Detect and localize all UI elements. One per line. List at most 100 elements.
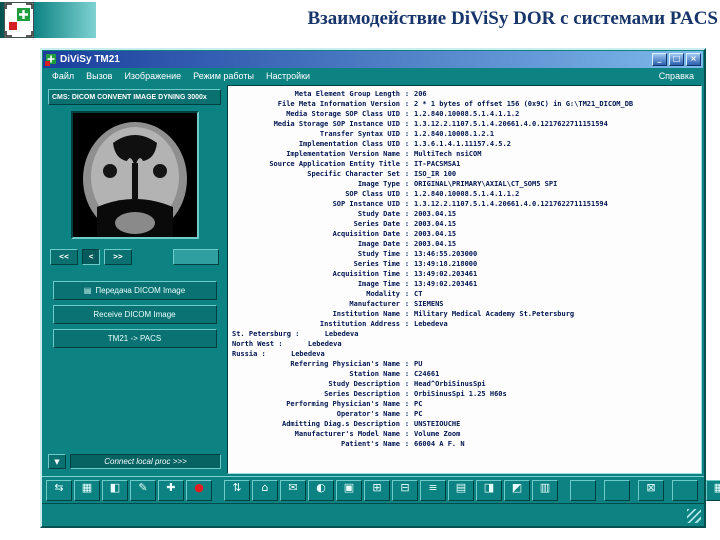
- dicom-field-row: Referring Physician's Name: PU: [290, 360, 423, 368]
- send-dicom-label: Передача DICOM Image: [95, 286, 186, 295]
- window-title: DiViSy TM21: [60, 54, 120, 65]
- dicom-field-row: Series Time:13:49:18.218000: [353, 260, 478, 268]
- pane-right-button[interactable]: ◨: [476, 479, 502, 501]
- dicom-field-row: Transfer Syntax UID:1.2.840.10008.1.2.1: [319, 130, 495, 138]
- menu-item[interactable]: Файл: [46, 71, 80, 81]
- toolbar-group: ⇅ ⌂ ✉ ◐ ▣ ⊞ ⊟ ≡ ▤ ◨ ◩ ▥: [224, 479, 558, 501]
- blank-3-button[interactable]: [672, 479, 698, 501]
- left-panel-bottom-row: ▼ Connect local proc >>>: [48, 454, 221, 469]
- contrast-button[interactable]: ◐: [308, 479, 334, 501]
- zoom-in-button[interactable]: ⊞: [364, 479, 390, 501]
- dicom-field-row: Acquisition Date:2003.04.15: [332, 230, 457, 238]
- dicom-field-row: Performing Physician's Name: PC: [286, 400, 423, 408]
- close-button[interactable]: ×: [686, 53, 701, 66]
- split-view-button[interactable]: ◧: [102, 479, 128, 501]
- series-selector[interactable]: CMS: DICOM CONVENT IMAGE DYNING 3000x: [48, 89, 221, 105]
- dicom-address-row: St. Petersburg : Lebedeva: [232, 330, 359, 338]
- image-icon: ▤: [83, 286, 92, 295]
- toolbar-group: ⇆ ▦ ◧ ✎ ✚ ●: [46, 479, 212, 501]
- menu-item[interactable]: Настройки: [260, 71, 316, 81]
- blank-1-button[interactable]: [570, 479, 596, 501]
- dicom-field-row: Meta Element Group Length:206: [294, 90, 427, 98]
- dicom-field-row: Implementation Version Name: MultiTech ns…: [286, 150, 482, 158]
- dicom-field-row: Manufacturer: SIEMENS: [349, 300, 444, 308]
- dicom-field-row: Manufacturer's Model Name: Volume Zoom: [294, 430, 461, 438]
- menu-item-help[interactable]: Справка: [653, 71, 700, 81]
- tile-grid-button[interactable]: ▦: [74, 479, 100, 501]
- record-button[interactable]: ●: [186, 479, 212, 501]
- transfer-button[interactable]: ⇆: [46, 479, 72, 501]
- dicom-field-row: Operator's Name: PC: [336, 410, 423, 418]
- tm21-pacs-button[interactable]: TM21 -> PACS: [52, 329, 217, 348]
- dicom-tag-panel: Meta Element Group Length:206 File Meta I…: [227, 85, 702, 474]
- menu-bar-items: Файл Вызов Изображение Режим работы Настройк…: [46, 71, 316, 81]
- resize-grip[interactable]: [687, 509, 701, 523]
- layout-grid-button[interactable]: ▦: [706, 479, 720, 501]
- nav-extra-button[interactable]: [173, 249, 219, 265]
- menu-item[interactable]: Вызов: [80, 71, 118, 81]
- send-button[interactable]: ✉: [280, 479, 306, 501]
- window-controls: _ □ ×: [652, 53, 701, 66]
- next-fast-button[interactable]: >>: [104, 249, 132, 265]
- connect-button[interactable]: Connect local proc >>>: [70, 454, 221, 469]
- collapse-button[interactable]: ▼: [48, 454, 66, 469]
- menu-bar: Файл Вызов Изображение Режим работы Настройк…: [42, 68, 704, 83]
- dicom-field-row: Institution Address: Lebedeva: [319, 320, 448, 328]
- dicom-field-row: Source Application Entity Title: IT-PACSM…: [269, 160, 461, 168]
- minimize-button[interactable]: _: [652, 53, 667, 66]
- zoom-out-button[interactable]: ⊟: [392, 479, 418, 501]
- prev-fast-button[interactable]: <<: [50, 249, 78, 265]
- columns-button[interactable]: ▥: [532, 479, 558, 501]
- dicom-field-row: Image Type: ORIGINAL\PRIMARY\AXIAL\CT_SOM…: [357, 180, 558, 188]
- crosshair-button[interactable]: ✚: [158, 479, 184, 501]
- dicom-field-row: Series Date:2003.04.15: [353, 220, 457, 228]
- slide-header: Взаимодействие DiViSy DOR с системами PA…: [0, 0, 720, 42]
- list-button[interactable]: ≡: [420, 479, 446, 501]
- dicom-field-row: Image Time:13:49:02.203461: [357, 280, 478, 288]
- dicom-field-row: Specific Character Set: ISO_IR 100: [307, 170, 457, 178]
- pane-corner-button[interactable]: ◩: [504, 479, 530, 501]
- dicom-field-list: Meta Element Group Length:206 File Meta I…: [230, 90, 699, 450]
- dicom-field-row: Study Date:2003.04.15: [357, 210, 457, 218]
- window-titlebar[interactable]: DiViSy TM21 _ □ ×: [43, 51, 703, 68]
- ct-image: [70, 111, 199, 239]
- dicom-field-row: SOP Instance UID:1.3.12.2.1107.5.1.4.206…: [332, 200, 608, 208]
- send-dicom-button[interactable]: ▤ Передача DICOM Image: [52, 281, 217, 300]
- dicom-field-row: Study Time:13:46:55.203000: [357, 250, 478, 258]
- receive-dicom-button[interactable]: Receive DICOM Image: [52, 305, 217, 324]
- left-panel: CMS: DICOM CONVENT IMAGE DYNING 3000x <<…: [44, 85, 225, 474]
- dicom-field-row: Study Description: Head^OrbiSinusSpi: [328, 380, 486, 388]
- dicom-field-row: Media Storage SOP Class UID:1.2.840.1000…: [286, 110, 520, 118]
- dicom-field-row: Admitting Diag.s Description: UNSTEIOUCHE: [281, 420, 461, 428]
- home-button[interactable]: ⌂: [252, 479, 278, 501]
- annotate-button[interactable]: ✎: [130, 479, 156, 501]
- dicom-address-row: North West : Lebedeva: [232, 340, 342, 348]
- app-window: DiViSy TM21 _ □ × Файл Вызов Изображение Ре…: [40, 48, 720, 528]
- blank-2-button[interactable]: [604, 479, 630, 501]
- slide-title: Взаимодействие DiViSy DOR с системами PA…: [307, 8, 718, 29]
- dicom-field-row: Modality: CT: [366, 290, 423, 298]
- maximize-button[interactable]: □: [669, 53, 684, 66]
- status-bar: [42, 503, 704, 526]
- menu-item[interactable]: Изображение: [118, 71, 187, 81]
- dicom-address-row: Russia : Lebedeva: [232, 350, 325, 358]
- bottom-toolbar: ⇆ ▦ ◧ ✎ ✚ ● ⇅ ⌂ ✉ ◐ ▣ ⊞ ⊟ ≡ ▤ ◨ ◩ ▥ ⊠ ▦: [42, 476, 720, 503]
- close-study-button[interactable]: ⊠: [638, 479, 664, 501]
- dicom-field-row: Institution Name: Military Medical Academ…: [332, 310, 575, 318]
- sort-button[interactable]: ⇅: [224, 479, 250, 501]
- dicom-field-row: Implementation Class UID:1.3.6.1.4.1.111…: [298, 140, 511, 148]
- select-frame-button[interactable]: ▣: [336, 479, 362, 501]
- rows-button[interactable]: ▤: [448, 479, 474, 501]
- dicom-field-row: SOP Class UID:1.2.840.10008.5.1.4.1.1.2: [345, 190, 520, 198]
- prev-button[interactable]: <: [82, 249, 100, 265]
- dicom-field-row: File Meta Information Version:2 * 1 byte…: [277, 100, 634, 108]
- dicom-field-row: Patient's Name:66004 A F. N: [340, 440, 465, 448]
- slide: Взаимодействие DiViSy DOR с системами PA…: [0, 0, 720, 540]
- menu-item[interactable]: Режим работы: [187, 71, 260, 81]
- dicom-field-row: Acquisition Time:13:49:02.203461: [332, 270, 478, 278]
- tm21-pacs-label: TM21 -> PACS: [107, 334, 162, 343]
- dicom-field-row: Station Name: C24661: [349, 370, 440, 378]
- dicom-field-row: Image Date:2003.04.15: [357, 240, 457, 248]
- window-body: CMS: DICOM CONVENT IMAGE DYNING 3000x <<…: [42, 83, 704, 476]
- toolbar-group: ⊠ ▦: [570, 479, 720, 501]
